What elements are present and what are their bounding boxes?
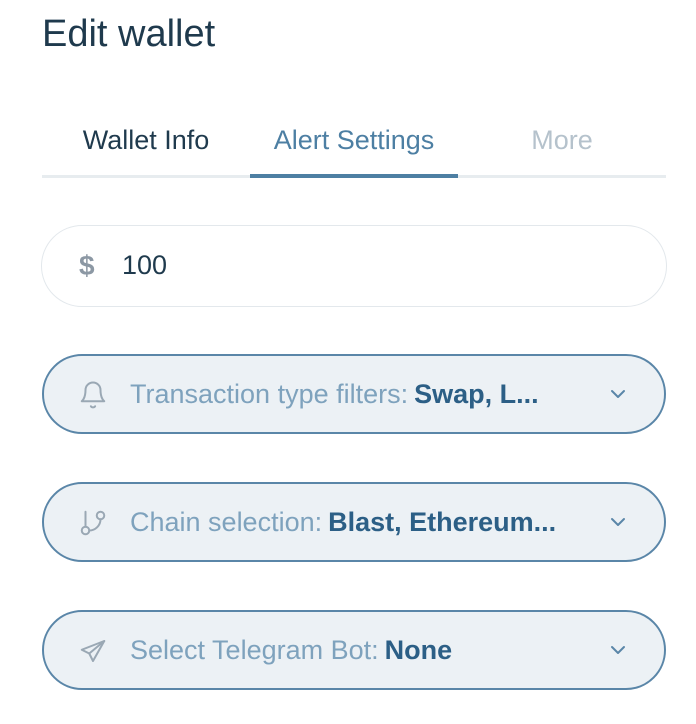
- transaction-type-filter-value: Swap, L...: [414, 379, 539, 409]
- chain-selection-text: Chain selection: Blast, Ethereum...: [130, 484, 580, 560]
- telegram-bot-label: Select Telegram Bot:: [130, 635, 379, 665]
- page-title: Edit wallet: [42, 13, 216, 55]
- transaction-type-filter-select[interactable]: Transaction type filters: Swap, L...: [42, 354, 666, 434]
- transaction-type-filter-label: Transaction type filters:: [130, 379, 409, 409]
- tab-bar: Wallet Info Alert Settings More: [42, 110, 666, 178]
- telegram-bot-select[interactable]: Select Telegram Bot: None: [42, 610, 666, 690]
- chain-selection-label: Chain selection:: [130, 507, 323, 537]
- dollar-icon: $: [79, 250, 95, 281]
- tab-wallet-info[interactable]: Wallet Info: [42, 110, 250, 178]
- chevron-down-icon: [611, 390, 625, 398]
- amount-field[interactable]: $: [41, 225, 667, 307]
- chain-selection-value: Blast, Ethereum...: [328, 507, 557, 537]
- tab-alert-settings[interactable]: Alert Settings: [250, 110, 458, 178]
- chain-selection-select[interactable]: Chain selection: Blast, Ethereum...: [42, 482, 666, 562]
- bell-icon: [80, 381, 106, 409]
- telegram-bot-value: None: [384, 635, 453, 665]
- branch-icon: [80, 510, 106, 536]
- chevron-down-icon: [611, 646, 625, 654]
- amount-input[interactable]: [122, 241, 622, 289]
- tab-more[interactable]: More: [458, 110, 666, 178]
- chevron-down-icon: [611, 518, 625, 526]
- telegram-bot-text: Select Telegram Bot: None: [130, 612, 580, 688]
- send-icon: [80, 640, 106, 662]
- transaction-type-filter-text: Transaction type filters: Swap, L...: [130, 356, 580, 432]
